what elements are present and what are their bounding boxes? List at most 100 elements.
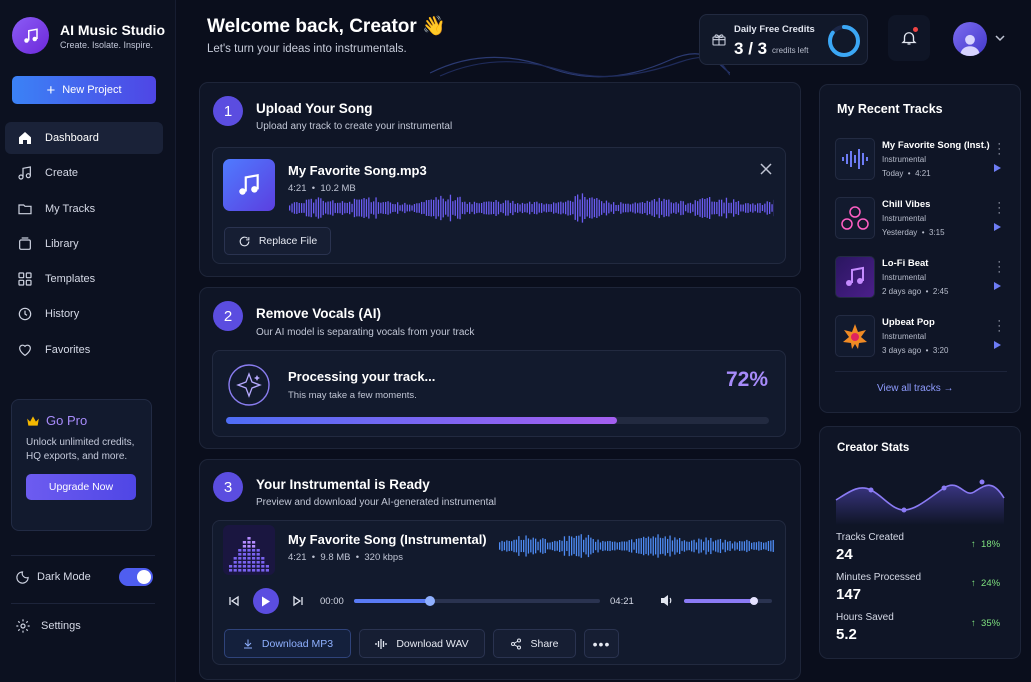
folder-icon [18,203,32,214]
waveform-bar [671,540,674,552]
waveform-bar [519,204,521,212]
sidebar-item-templates[interactable]: Templates [5,263,163,295]
play-icon[interactable] [994,164,1001,172]
sidebar-item-dashboard[interactable]: Dashboard [5,122,163,154]
skip-forward-icon[interactable] [292,595,304,607]
waveform-bar [445,201,447,215]
equalizer-bar [238,553,242,556]
waveform-bar [751,542,753,550]
waveform-bar [695,542,698,550]
equalizer-art [223,525,275,575]
waveform-bar [466,203,468,213]
track-type: Instrumental [882,214,927,223]
play-icon[interactable] [994,223,1001,231]
waveform-bar [404,202,406,214]
credits-left-label: credits left [772,46,809,55]
step-subtitle: Upload any track to create your instrume… [256,121,453,132]
dark-mode-toggle[interactable] [119,568,153,586]
waveform-bar [537,541,539,551]
download-wav-button[interactable]: Download WAV [359,629,485,658]
waveform-bar [603,203,605,213]
waveform-bar [560,201,562,215]
waveform-bar [664,536,666,556]
waveform-bar [353,198,356,218]
waveform-bar [649,201,651,215]
waveform-bar [447,199,449,217]
download-mp3-button[interactable]: Download MP3 [224,629,351,658]
upgrade-button[interactable]: Upgrade Now [26,474,136,500]
waveform-bar [679,537,681,555]
waveform-bar [746,539,748,553]
waveform-bar [495,200,497,216]
equalizer-bar [247,561,251,564]
waveform-bar [665,199,668,217]
waveform-bar [506,540,508,552]
settings-link[interactable]: Settings [15,618,81,634]
recent-tracks-card [819,84,1021,413]
waveform-bar [765,542,767,550]
play-icon[interactable] [994,282,1001,290]
waveform-bar [689,202,692,214]
replace-file-button[interactable]: Replace File [224,227,331,255]
equalizer-bar [252,545,256,548]
recent-track-item[interactable]: Lo-Fi Beat Instrumental 2 days ago • 2:4… [835,256,1009,300]
more-vertical-icon[interactable]: · · · [997,316,1001,337]
waveform-bar [563,536,566,556]
waveform-bar [592,539,594,553]
recent-track-item[interactable]: Upbeat Pop Instrumental 3 days ago • 3:2… [835,315,1009,359]
sidebar-item-my-tracks[interactable]: My Tracks [5,193,163,225]
play-button[interactable] [253,588,279,614]
sidebar-item-history[interactable]: History [5,298,163,330]
sidebar-item-library[interactable]: Library [5,228,163,260]
sidebar-item-label: Favorites [45,343,91,356]
waveform-bar [481,203,483,213]
recent-track-item[interactable]: Chill Vibes Instrumental Yesterday • 3:1… [835,197,1009,241]
waveform-bar [523,539,525,553]
settings-label: Settings [41,620,81,632]
waveform-bar [368,197,370,219]
waveform-bar [514,203,516,213]
creator-stats-title: Creator Stats [837,442,910,454]
volume-icon[interactable] [660,594,674,607]
go-pro-title: Go Pro [46,413,88,428]
waveform-bar [676,539,678,553]
volume-slider[interactable] [684,597,772,605]
notifications-button[interactable] [888,15,930,61]
waveform-bar [377,202,380,214]
seek-bar[interactable] [354,596,600,606]
sidebar-item-favorites[interactable]: Favorites [5,334,163,366]
step-number: 1 [213,96,243,126]
skip-back-icon[interactable] [228,595,240,607]
share-button[interactable]: Share [493,629,576,658]
notification-dot [913,27,918,32]
waveform-bar [544,538,546,554]
waveform-bar [607,541,609,551]
more-vertical-icon[interactable]: · · · [997,257,1001,278]
more-vertical-icon[interactable]: · · · [997,139,1001,160]
brand[interactable]: AI Music Studio Create. Isolate. Inspire… [12,17,165,54]
waveform-bar [529,201,531,215]
more-vertical-icon[interactable]: · · · [997,198,1001,219]
recent-track-item[interactable]: My Favorite Song (Inst.) Instrumental To… [835,138,1009,182]
equalizer-bar [242,549,246,552]
chevron-down-icon[interactable] [995,33,1005,43]
waveform-bar [442,198,444,218]
avatar[interactable] [953,22,987,56]
waveform-bar [517,203,519,213]
sidebar-item-create[interactable]: Create [5,157,163,189]
stat-label: Tracks Created [836,532,904,543]
waveform-bar [535,538,537,554]
waveform-bar [530,539,532,553]
view-all-tracks-link[interactable]: View all tracks → [877,383,954,394]
waveform-bar [411,205,413,211]
close-icon[interactable] [760,163,772,175]
upload-waveform [289,193,774,223]
waveform-bar [754,204,756,212]
waveform-icon [835,138,875,180]
download-mp3-label: Download MP3 [261,637,334,650]
waveform-bar [303,203,305,213]
waveform-bar [511,541,513,551]
play-icon[interactable] [994,341,1001,349]
more-options-button[interactable]: ••• [584,629,619,658]
new-project-button[interactable]: + New Project [12,76,156,104]
